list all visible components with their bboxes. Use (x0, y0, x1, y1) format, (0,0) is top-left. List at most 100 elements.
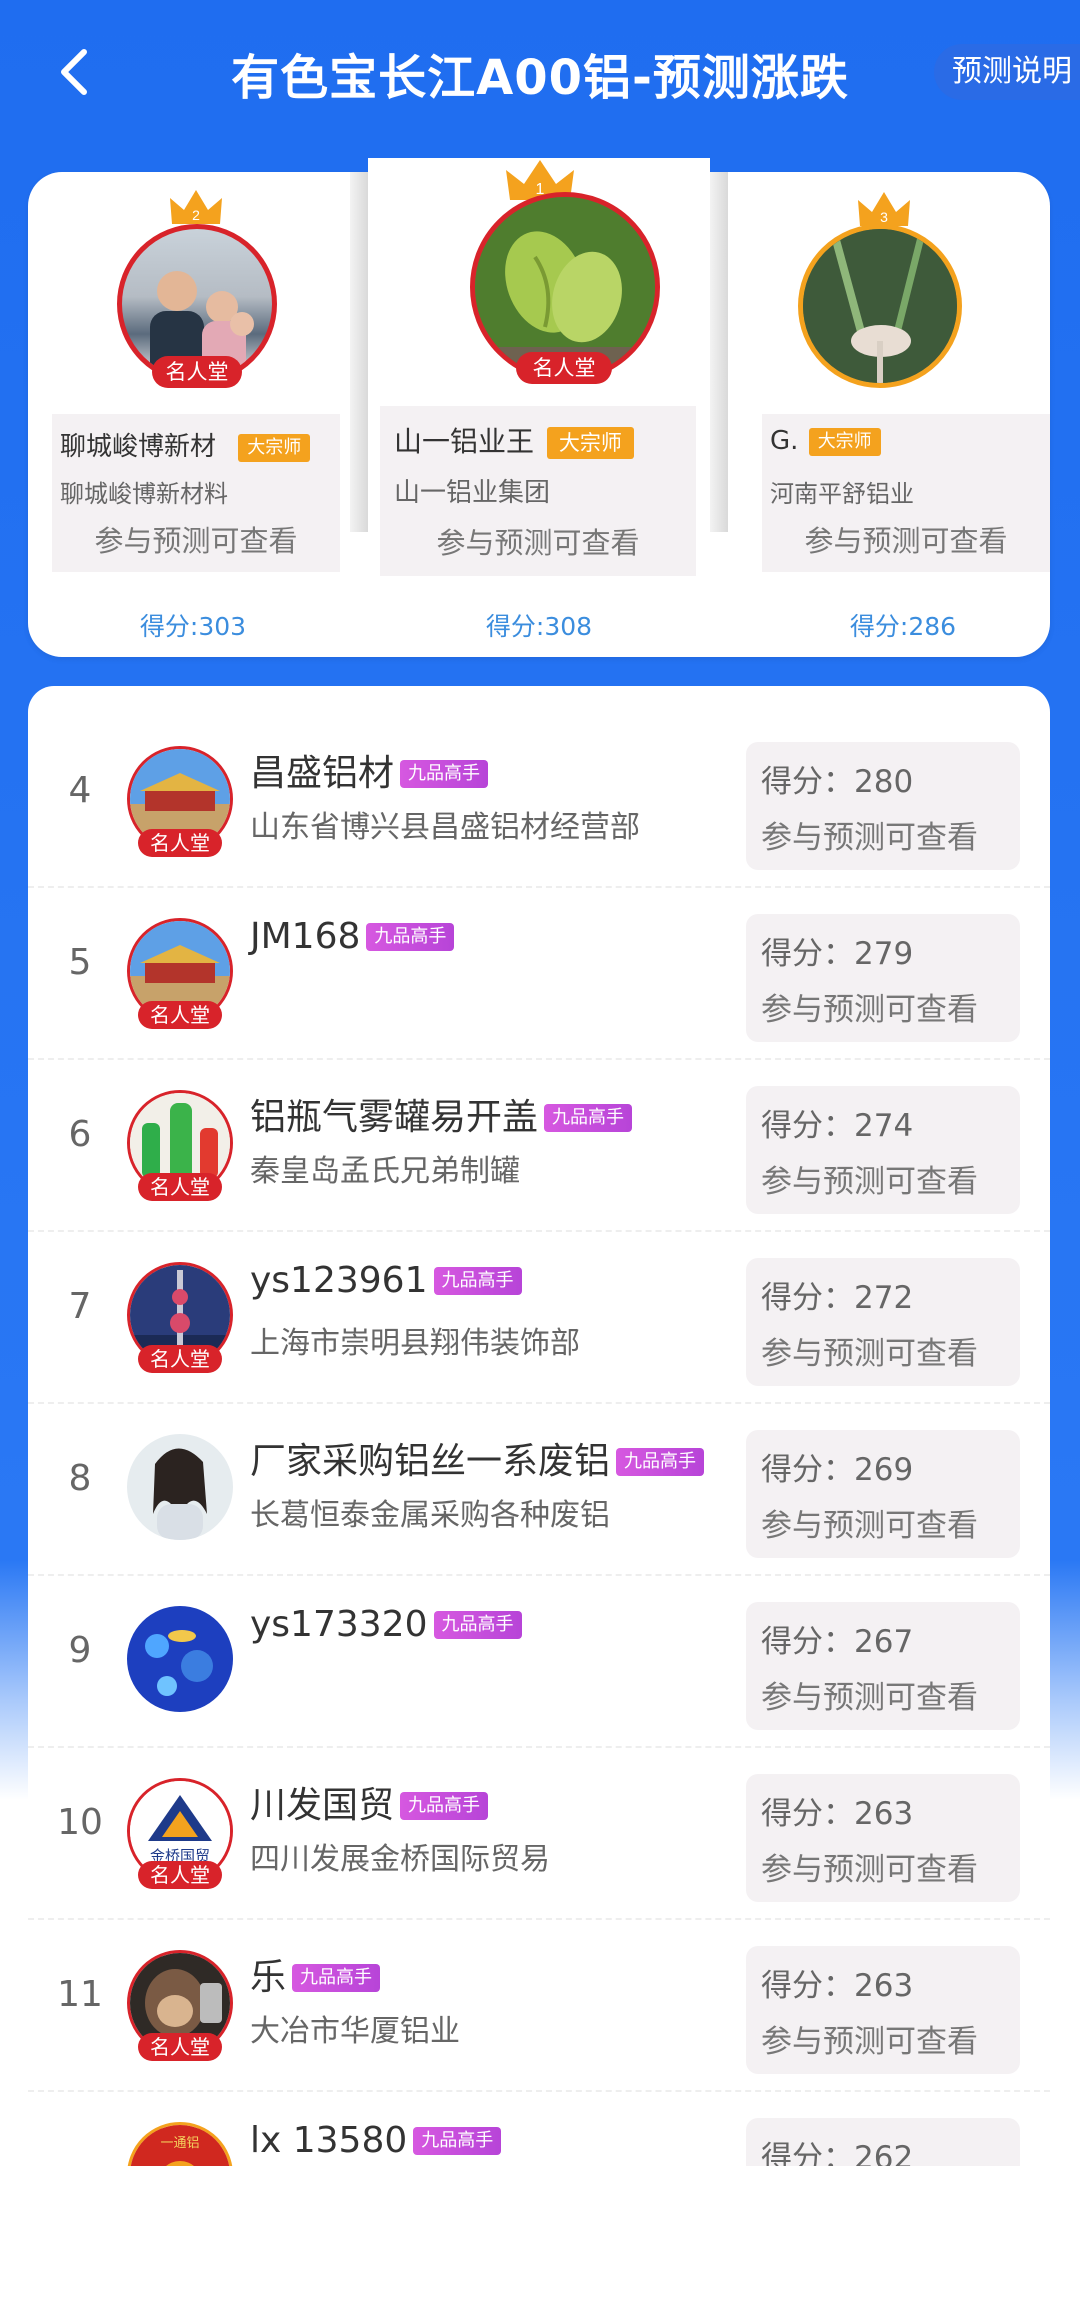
rank-number: 6 (68, 1114, 92, 1155)
user-name: 厂家采购铝丝一系废铝 九品高手 (250, 1432, 705, 1484)
level-badge: 九品高手 (400, 760, 489, 788)
view-after-predict: 参与预测可查看 (436, 526, 640, 560)
user-name-text: G. (770, 426, 799, 456)
score: 得分：267 (761, 1624, 914, 1660)
score-box: 得分：280 参与预测可查看 (746, 742, 1020, 870)
user-name-text: 昌盛铝材 (250, 753, 395, 794)
rank-number: 11 (57, 1974, 103, 2015)
avatar: 一通铝 (127, 2122, 233, 2166)
rank-number: 8 (68, 1458, 92, 1499)
company-name: 聊城峻博新材料 (60, 480, 228, 508)
list-item[interactable]: 6 名人堂 铝瓶气雾罐易开盖 九品高手 秦皇岛孟氏兄弟制罐 得分：274 参与预测… (28, 1060, 1050, 1232)
score-box: 得分：262 (746, 2118, 1020, 2166)
avatar-photo (475, 197, 655, 377)
hall-of-fame-badge: 名人堂 (138, 1173, 222, 1201)
list-item[interactable]: 4 名人堂 昌盛铝材 九品高手 山东省博兴县昌盛铝材经营部 得分：280 参与预测… (28, 716, 1050, 888)
list-item[interactable]: 5 名人堂 JM168 九品高手 得分：279 参与预测可查看 (28, 888, 1050, 1060)
crown-icon: 2 (170, 190, 222, 224)
level-badge: 九品高手 (366, 923, 455, 951)
user-name-text: lx 13580 (250, 2120, 408, 2161)
user-name-text: 乐 (250, 1957, 287, 1998)
company-name: 山一铝业集团 (394, 478, 551, 508)
level-badge: 九品高手 (292, 1964, 381, 1992)
list-item[interactable]: 10 金桥国贸 名人堂 川发国贸 九品高手 四川发展金桥国际贸易 得分：263 参… (28, 1748, 1050, 1920)
view-after-predict: 参与预测可查看 (94, 524, 298, 558)
level-badge: 九品高手 (544, 1104, 633, 1132)
company-name: 上海市崇明县翔伟装饰部 (250, 1326, 580, 1361)
score: 得分:303 (139, 612, 247, 641)
crown-rank-3: 3 (880, 209, 888, 225)
company-name: 秦皇岛孟氏兄弟制罐 (250, 1154, 520, 1189)
score: 得分:286 (849, 612, 957, 641)
user-name: JM168 九品高手 (250, 916, 455, 957)
score-box: 得分：267 参与预测可查看 (746, 1602, 1020, 1730)
user-name: ys173320 九品高手 (250, 1604, 522, 1645)
page-title: 有色宝长江A00铝-预测涨跌 (231, 50, 849, 106)
level-badge: 大宗师 (238, 433, 311, 462)
view-after-predict: 参与预测可查看 (761, 1852, 978, 1888)
rank-number: 10 (57, 1802, 103, 1843)
level-badge: 九品高手 (616, 1448, 705, 1476)
podium-card-rank-2[interactable]: 2 名人堂 聊城峻博新材 大宗师 聊城峻博新材料 参与预测可查看 得分:303 (28, 172, 350, 657)
level-badge: 大宗师 (546, 427, 634, 459)
level-badge: 九品高手 (413, 2127, 502, 2155)
score: 得分：262 (761, 2140, 914, 2166)
user-name: 聊城峻博新材 大宗师 (60, 426, 311, 463)
rank-number: 4 (68, 770, 92, 811)
podium-card-rank-3[interactable]: 3 G. 大宗师 河南平舒铝业 参与预测可查看 得分:286 (728, 172, 1050, 657)
view-after-predict: 参与预测可查看 (761, 820, 978, 856)
logo-text: 一通铝 (160, 2136, 199, 2151)
score: 得分：272 (761, 1280, 914, 1316)
view-after-predict: 参与预测可查看 (761, 992, 978, 1028)
list-item[interactable]: 11 名人堂 乐九品高手 大冶市华厦铝业 得分：263 参与预测可查看 (28, 1920, 1050, 2092)
score: 得分：280 (761, 764, 914, 800)
avatar (798, 224, 962, 388)
score-box: 得分：279 参与预测可查看 (746, 914, 1020, 1042)
list-item[interactable]: 8 厂家采购铝丝一系废铝 九品高手 长葛恒泰金属采购各种废铝 得分：269 参与预… (28, 1404, 1050, 1576)
avatar (127, 1434, 233, 1540)
score: 得分：263 (761, 1796, 914, 1832)
score: 得分：274 (761, 1108, 914, 1144)
hall-of-fame-badge: 名人堂 (138, 1861, 222, 1889)
user-name-text: ys173320 (250, 1604, 428, 1645)
user-name: G. 大宗师 (770, 426, 881, 456)
hall-of-fame-badge: 名人堂 (138, 1001, 222, 1029)
score: 得分:308 (485, 612, 593, 641)
avatar-photo (127, 1434, 233, 1540)
level-badge: 大宗师 (808, 427, 881, 456)
user-name: 山一铝业王 大宗师 (394, 420, 634, 460)
rank-number: 9 (68, 1630, 92, 1671)
score-box: 得分：269 参与预测可查看 (746, 1430, 1020, 1558)
level-badge: 九品高手 (433, 1611, 522, 1639)
rank-number: 7 (68, 1286, 92, 1327)
company-name: 山东省博兴县昌盛铝材经营部 (250, 810, 640, 845)
score: 得分：269 (761, 1452, 914, 1488)
list-item[interactable]: 9 ys173320 九品高手 得分：267 参与预测可查看 (28, 1576, 1050, 1748)
prediction-help-button[interactable]: 预测说明 (934, 44, 1080, 100)
user-name-text: JM168 (250, 916, 361, 957)
level-badge: 九品高手 (400, 1792, 489, 1820)
hall-of-fame-badge: 名人堂 (138, 829, 222, 857)
avatar-photo (803, 229, 957, 383)
view-after-predict: 参与预测可查看 (761, 1508, 978, 1544)
user-info-box: 山一铝业王 大宗师 山一铝业集团 参与预测可查看 (380, 406, 696, 576)
list-item[interactable]: 7 名人堂 ys123961 九品高手 上海市崇明县翔伟装饰部 得分：272 参与… (28, 1232, 1050, 1404)
hall-of-fame-badge: 名人堂 (138, 2033, 222, 2061)
user-name: lx 13580 九品高手 (250, 2120, 502, 2161)
user-name: 乐九品高手 (250, 1948, 381, 2000)
view-after-predict: 参与预测可查看 (761, 2024, 978, 2060)
user-name: 铝瓶气雾罐易开盖 九品高手 (250, 1088, 633, 1140)
avatar (127, 1606, 233, 1712)
user-name-text: 川发国贸 (250, 1785, 395, 1826)
podium-card-rank-1[interactable]: 1 名人堂 山一铝业王 大宗师 山一铝业集团 参与预测可查看 得分:308 (368, 158, 710, 657)
user-name-text: 铝瓶气雾罐易开盖 (250, 1097, 539, 1138)
top-bar: 有色宝长江A00铝-预测涨跌 预测说明 (0, 0, 1080, 150)
list-item[interactable]: 一通铝 lx 13580 九品高手 得分：262 (28, 2092, 1050, 2166)
user-info-box: 聊城峻博新材 大宗师 聊城峻博新材料 参与预测可查看 (52, 414, 340, 572)
view-after-predict: 参与预测可查看 (761, 1336, 978, 1372)
crown-rank-2: 2 (192, 207, 200, 223)
company-name: 大冶市华厦铝业 (250, 2014, 460, 2049)
hall-of-fame-badge: 名人堂 (516, 352, 612, 384)
level-badge: 九品高手 (433, 1267, 522, 1295)
user-name: ys123961 九品高手 (250, 1260, 522, 1301)
